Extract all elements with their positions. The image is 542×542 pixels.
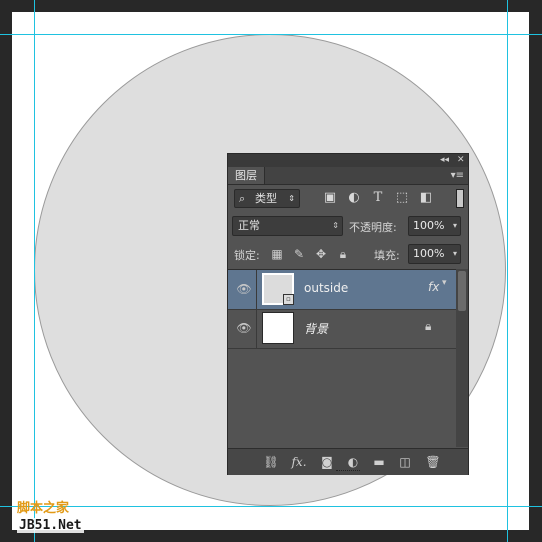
panel-tabrow: 图层 ▾≡: [228, 167, 468, 185]
scrollbar-thumb[interactable]: [458, 271, 466, 311]
watermark: 脚本之家 JB51.Net: [17, 497, 95, 537]
chevron-down-icon[interactable]: ▾: [453, 217, 457, 235]
lock-label: 锁定:: [234, 249, 260, 262]
layer-thumbnail: ▫: [262, 273, 294, 305]
lock-paint-icon[interactable]: ✎: [292, 245, 306, 263]
chevron-updown-icon: ⇕: [332, 221, 339, 230]
chevron-down-icon[interactable]: ▾: [453, 245, 457, 263]
chevron-down-icon[interactable]: ▾: [442, 278, 447, 288]
shape-filter-icon[interactable]: ⬚: [394, 189, 410, 207]
delete-layer-icon[interactable]: 🗑︎: [424, 453, 442, 471]
guide-horizontal-top: [0, 34, 542, 35]
scrollbar[interactable]: [456, 269, 468, 447]
lock-icon: 🔒︎: [425, 319, 432, 333]
fill-label: 填充:: [374, 249, 400, 262]
blend-mode-select[interactable]: 正常 ⇕: [232, 216, 343, 236]
guide-vertical-left: [34, 0, 35, 542]
eye-icon[interactable]: 👁︎: [236, 320, 252, 336]
new-group-icon[interactable]: ▬: [370, 453, 388, 471]
divider: [256, 309, 257, 348]
add-style-icon[interactable]: fx.: [290, 453, 308, 471]
new-layer-icon[interactable]: ◫: [396, 453, 414, 471]
layer-row-background[interactable]: 👁︎ 背景 🔒︎: [228, 309, 456, 349]
lock-row: 锁定: ▦ ✎ ✥ 🔒︎ 填充: 100% ▾: [228, 242, 468, 267]
guide-vertical-right: [507, 0, 508, 542]
panel-titlebar[interactable]: ◂◂ ✕: [228, 154, 468, 167]
resize-grip[interactable]: [336, 470, 360, 474]
fx-icon[interactable]: fx: [428, 280, 439, 294]
search-icon: ⌕: [239, 192, 246, 205]
smart-object-filter-icon[interactable]: ◧: [418, 189, 434, 207]
eye-icon[interactable]: 👁︎: [236, 281, 252, 297]
image-filter-icon[interactable]: ▣: [322, 189, 338, 207]
blend-row: 正常 ⇕ 不透明度: 100% ▾: [228, 214, 468, 239]
divider: [256, 270, 257, 309]
fill-value: 100%: [413, 247, 445, 260]
layer-name[interactable]: outside: [304, 281, 348, 295]
type-filter-icon[interactable]: T: [370, 189, 386, 207]
lock-transparent-icon[interactable]: ▦: [270, 245, 284, 263]
panel-menu-icon[interactable]: ▾≡: [451, 167, 464, 184]
opacity-label: 不透明度:: [349, 221, 397, 234]
lock-position-icon[interactable]: ✥: [314, 245, 328, 263]
adjustment-filter-icon[interactable]: ◐: [346, 189, 362, 207]
filter-row: ⌕ 类型 ⇕ ▣ ◐ T ⬚ ◧: [228, 186, 468, 211]
layer-name[interactable]: 背景: [304, 320, 328, 337]
watermark-line2: JB51.Net: [17, 518, 84, 533]
filter-toggle[interactable]: [456, 189, 464, 208]
new-adjustment-icon[interactable]: ◐: [344, 453, 362, 471]
smart-object-badge-icon: ▫: [283, 294, 294, 305]
chevron-updown-icon: ⇕: [288, 194, 295, 203]
lock-all-icon[interactable]: 🔒︎: [336, 245, 350, 263]
watermark-line1: 脚本之家: [17, 501, 70, 516]
opacity-value: 100%: [413, 219, 445, 232]
layer-row-outside[interactable]: 👁︎ ▫ outside fx ▾: [228, 270, 456, 310]
filter-kind-label: 类型: [255, 192, 277, 205]
link-layers-icon[interactable]: ⛓︎: [262, 453, 280, 471]
fill-input[interactable]: 100% ▾: [408, 244, 461, 264]
blend-mode-value: 正常: [238, 219, 260, 232]
tab-layers[interactable]: 图层: [228, 167, 265, 184]
add-mask-icon[interactable]: ◙: [318, 453, 336, 471]
layer-thumbnail: [262, 312, 294, 344]
layer-list: 👁︎ ▫ outside fx ▾ 👁︎ 背景 🔒︎: [228, 269, 456, 448]
filter-kind-select[interactable]: ⌕ 类型 ⇕: [234, 189, 300, 208]
collapse-icon[interactable]: ◂◂: [440, 154, 449, 167]
layers-panel: ◂◂ ✕ 图层 ▾≡ ⌕ 类型 ⇕ ▣ ◐ T ⬚ ◧ 正常 ⇕ 不透明度: 1…: [227, 153, 469, 475]
opacity-input[interactable]: 100% ▾: [408, 216, 461, 236]
close-icon[interactable]: ✕: [457, 154, 465, 167]
